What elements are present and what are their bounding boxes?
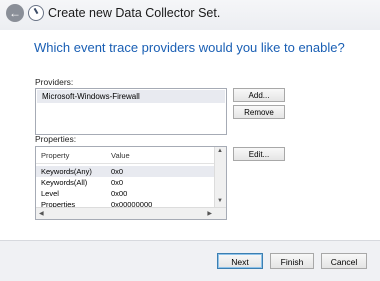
- scroll-right-icon[interactable]: ▶: [207, 210, 212, 217]
- page-heading: Which event trace providers would you li…: [34, 40, 345, 55]
- table-row[interactable]: Keywords(All) 0x0: [36, 177, 216, 188]
- properties-table[interactable]: Property Value Keywords(Any) 0x0 Keyword…: [35, 146, 227, 220]
- providers-label: Providers:: [35, 77, 74, 87]
- value-cell: 0x00: [111, 189, 128, 198]
- table-row[interactable]: Keywords(Any) 0x0: [36, 166, 216, 177]
- scroll-left-icon[interactable]: ◀: [39, 210, 44, 217]
- cancel-button[interactable]: Cancel: [321, 253, 367, 269]
- value-cell: 0x0: [111, 178, 124, 187]
- remove-button[interactable]: Remove: [233, 105, 285, 119]
- vertical-scrollbar[interactable]: ▲ ▼: [214, 147, 226, 207]
- next-button[interactable]: Next: [217, 253, 263, 269]
- table-header: Property Value: [36, 147, 216, 164]
- title-bar: ← Create new Data Collector Set.: [0, 0, 380, 30]
- scroll-up-icon[interactable]: ▲: [217, 148, 223, 154]
- column-header-property[interactable]: Property: [41, 151, 69, 160]
- scroll-down-icon[interactable]: ▼: [217, 198, 223, 204]
- edit-button[interactable]: Edit...: [233, 147, 285, 161]
- finish-button[interactable]: Finish: [270, 253, 314, 269]
- data-collector-icon: [28, 5, 44, 21]
- property-cell: Level: [41, 189, 59, 198]
- back-arrow-icon[interactable]: ←: [6, 4, 24, 22]
- property-cell: Keywords(All): [41, 178, 88, 187]
- property-cell: Keywords(Any): [41, 167, 92, 176]
- properties-label: Properties:: [35, 134, 77, 144]
- wizard-content: Which event trace providers would you li…: [0, 30, 380, 240]
- providers-list[interactable]: Microsoft-Windows-Firewall: [35, 88, 227, 135]
- column-header-value[interactable]: Value: [111, 151, 130, 160]
- table-row[interactable]: Level 0x00: [36, 188, 216, 199]
- add-button[interactable]: Add...: [233, 88, 285, 102]
- list-item[interactable]: Microsoft-Windows-Firewall: [37, 90, 225, 103]
- horizontal-scrollbar[interactable]: ◀ ▶: [36, 207, 226, 219]
- window-title: Create new Data Collector Set.: [48, 6, 221, 20]
- wizard-footer: Next Finish Cancel: [0, 240, 380, 281]
- value-cell: 0x0: [111, 167, 124, 176]
